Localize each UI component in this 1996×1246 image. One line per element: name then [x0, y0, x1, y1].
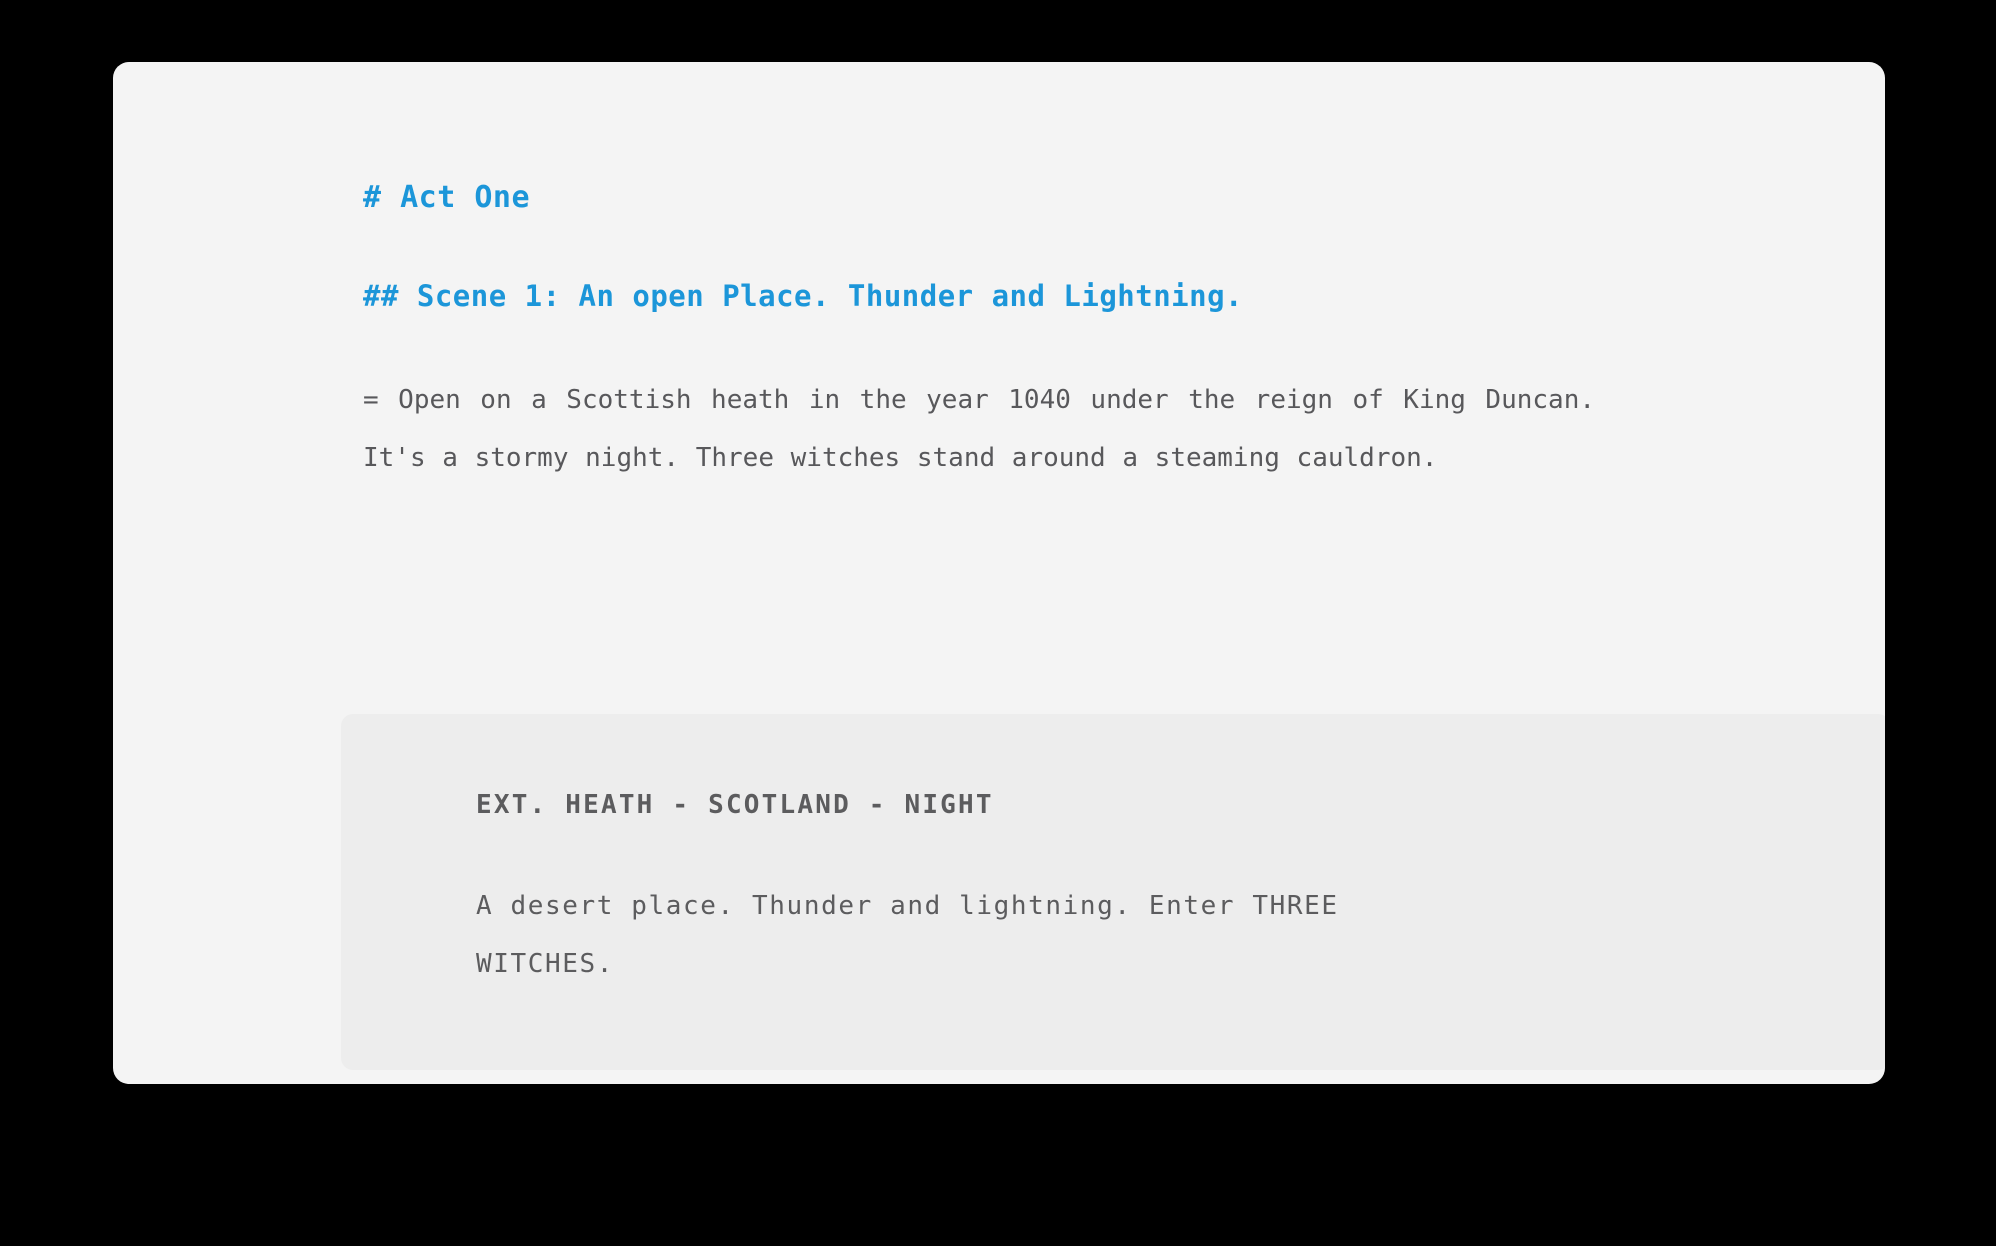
markdown-content: # Act One ## Scene 1: An open Place. Thu…	[363, 180, 1828, 487]
screenplay-code-inner: EXT. HEATH - SCOTLAND - NIGHT A desert p…	[476, 714, 1816, 993]
screenplay-code-block: EXT. HEATH - SCOTLAND - NIGHT A desert p…	[341, 714, 1885, 1070]
act-heading: # Act One	[363, 180, 531, 215]
screenplay-action-text: A desert place. Thunder and lightning. E…	[476, 891, 1339, 980]
scene-heading: ## Scene 1: An open Place. Thunder and L…	[363, 279, 1244, 313]
page-root: # Act One ## Scene 1: An open Place. Thu…	[0, 0, 1996, 1246]
scene-description-paragraph: = Open on a Scottish heath in the year 1…	[363, 384, 1595, 473]
document-card: # Act One ## Scene 1: An open Place. Thu…	[113, 62, 1885, 1084]
screenplay-slugline: EXT. HEATH - SCOTLAND - NIGHT	[476, 790, 994, 820]
